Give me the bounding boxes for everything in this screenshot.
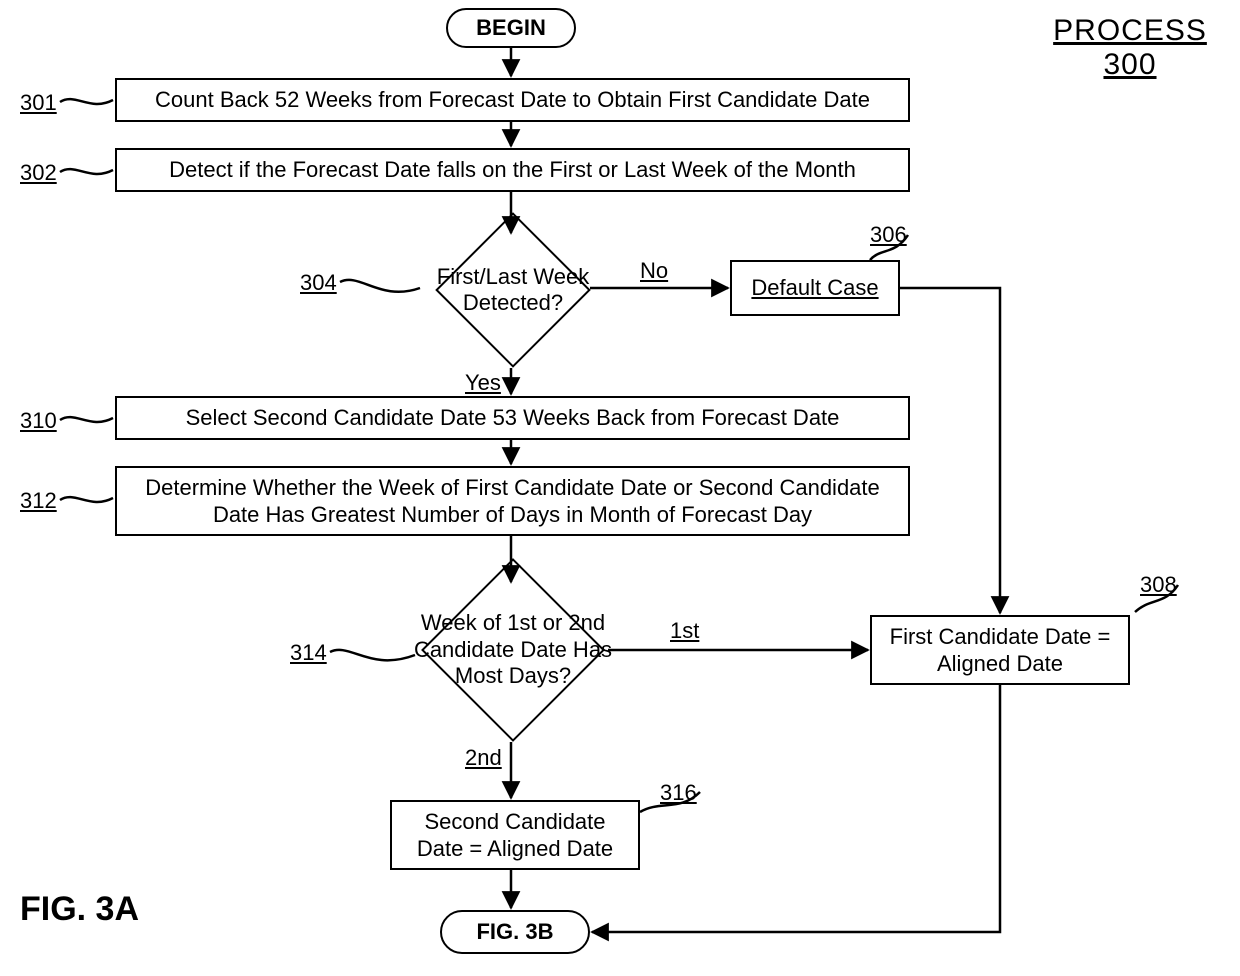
decision-304-no: No xyxy=(640,258,668,284)
decision-314-second: 2nd xyxy=(465,745,502,771)
ref-310: 310 xyxy=(20,408,57,434)
step-316: Second Candidate Date = Aligned Date xyxy=(390,800,640,870)
decision-304-yes: Yes xyxy=(465,370,501,396)
step-306: Default Case xyxy=(730,260,900,316)
decision-304-text: First/Last Week Detected? xyxy=(418,264,608,317)
terminator-begin: BEGIN xyxy=(446,8,576,48)
step-312-text: Determine Whether the Week of First Cand… xyxy=(127,474,898,529)
ref-302: 302 xyxy=(20,160,57,186)
step-312: Determine Whether the Week of First Cand… xyxy=(115,466,910,536)
ref-301: 301 xyxy=(20,90,57,116)
ref-312: 312 xyxy=(20,488,57,514)
step-301: Count Back 52 Weeks from Forecast Date t… xyxy=(115,78,910,122)
decision-314-text: Week of 1st or 2nd Candidate Date Has Mo… xyxy=(388,610,638,689)
ref-306: 306 xyxy=(870,222,907,248)
process-number: 300 xyxy=(1103,48,1156,81)
decision-314-first: 1st xyxy=(670,618,699,644)
figure-label: FIG. 3A xyxy=(20,890,139,929)
terminator-end-label: FIG. 3B xyxy=(476,918,553,946)
decision-314: Week of 1st or 2nd Candidate Date Has Mo… xyxy=(388,560,638,740)
ref-304: 304 xyxy=(300,270,337,296)
step-308-text: First Candidate Date = Aligned Date xyxy=(882,623,1118,678)
decision-304: First/Last Week Detected? xyxy=(418,215,608,365)
step-302: Detect if the Forecast Date falls on the… xyxy=(115,148,910,192)
step-310: Select Second Candidate Date 53 Weeks Ba… xyxy=(115,396,910,440)
step-308: First Candidate Date = Aligned Date xyxy=(870,615,1130,685)
terminator-end: FIG. 3B xyxy=(440,910,590,954)
process-word: PROCESS xyxy=(1053,14,1207,47)
step-310-text: Select Second Candidate Date 53 Weeks Ba… xyxy=(186,404,840,432)
step-316-text: Second Candidate Date = Aligned Date xyxy=(402,808,628,863)
ref-308: 308 xyxy=(1140,572,1177,598)
step-302-text: Detect if the Forecast Date falls on the… xyxy=(169,156,856,184)
terminator-begin-label: BEGIN xyxy=(476,14,546,42)
step-301-text: Count Back 52 Weeks from Forecast Date t… xyxy=(155,86,870,114)
process-header: PROCESS 300 xyxy=(1040,14,1220,82)
flowchart-canvas: PROCESS 300 BEGIN 301 Count Back 52 Week… xyxy=(0,0,1240,976)
ref-314: 314 xyxy=(290,640,327,666)
ref-316: 316 xyxy=(660,780,697,806)
step-306-text: Default Case xyxy=(751,274,878,302)
